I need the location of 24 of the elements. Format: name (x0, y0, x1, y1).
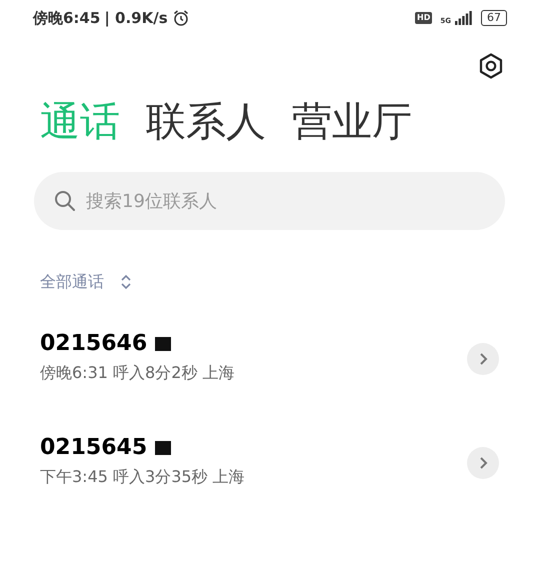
details-button[interactable] (467, 446, 499, 479)
network-speed: | 0.9K/s (104, 8, 168, 29)
chevron-right-icon (478, 456, 488, 470)
alarm-clock-icon (172, 9, 190, 27)
call-details: 下午3:45 呼入3分35秒 上海 (40, 466, 245, 488)
tab[interactable]: 营业厅 (292, 102, 412, 142)
phone-number: 0215646 (40, 332, 148, 356)
details-button[interactable] (467, 342, 499, 375)
redaction-mark (155, 337, 172, 352)
call-details: 傍晚6:31 呼入8分2秒 上海 (40, 362, 234, 384)
search-field[interactable]: 搜索19位联系人 (84, 186, 485, 216)
search-icon (54, 190, 76, 212)
tab[interactable]: 联系人 (146, 102, 266, 142)
chevron-right-icon (478, 352, 488, 366)
redaction-mark (155, 441, 172, 456)
battery-icon: 67 (481, 10, 507, 26)
hd-badge: HD (415, 12, 432, 24)
signal-icon (455, 11, 473, 25)
sort-icon (120, 274, 132, 290)
phone-number: 0215645 (40, 436, 148, 460)
filter-button[interactable]: 全部通话 (40, 270, 132, 294)
status-time: 傍晚6:45 (33, 8, 100, 29)
search-bar[interactable]: 搜索19位联系人 (34, 172, 505, 230)
settings-button[interactable] (477, 52, 505, 80)
